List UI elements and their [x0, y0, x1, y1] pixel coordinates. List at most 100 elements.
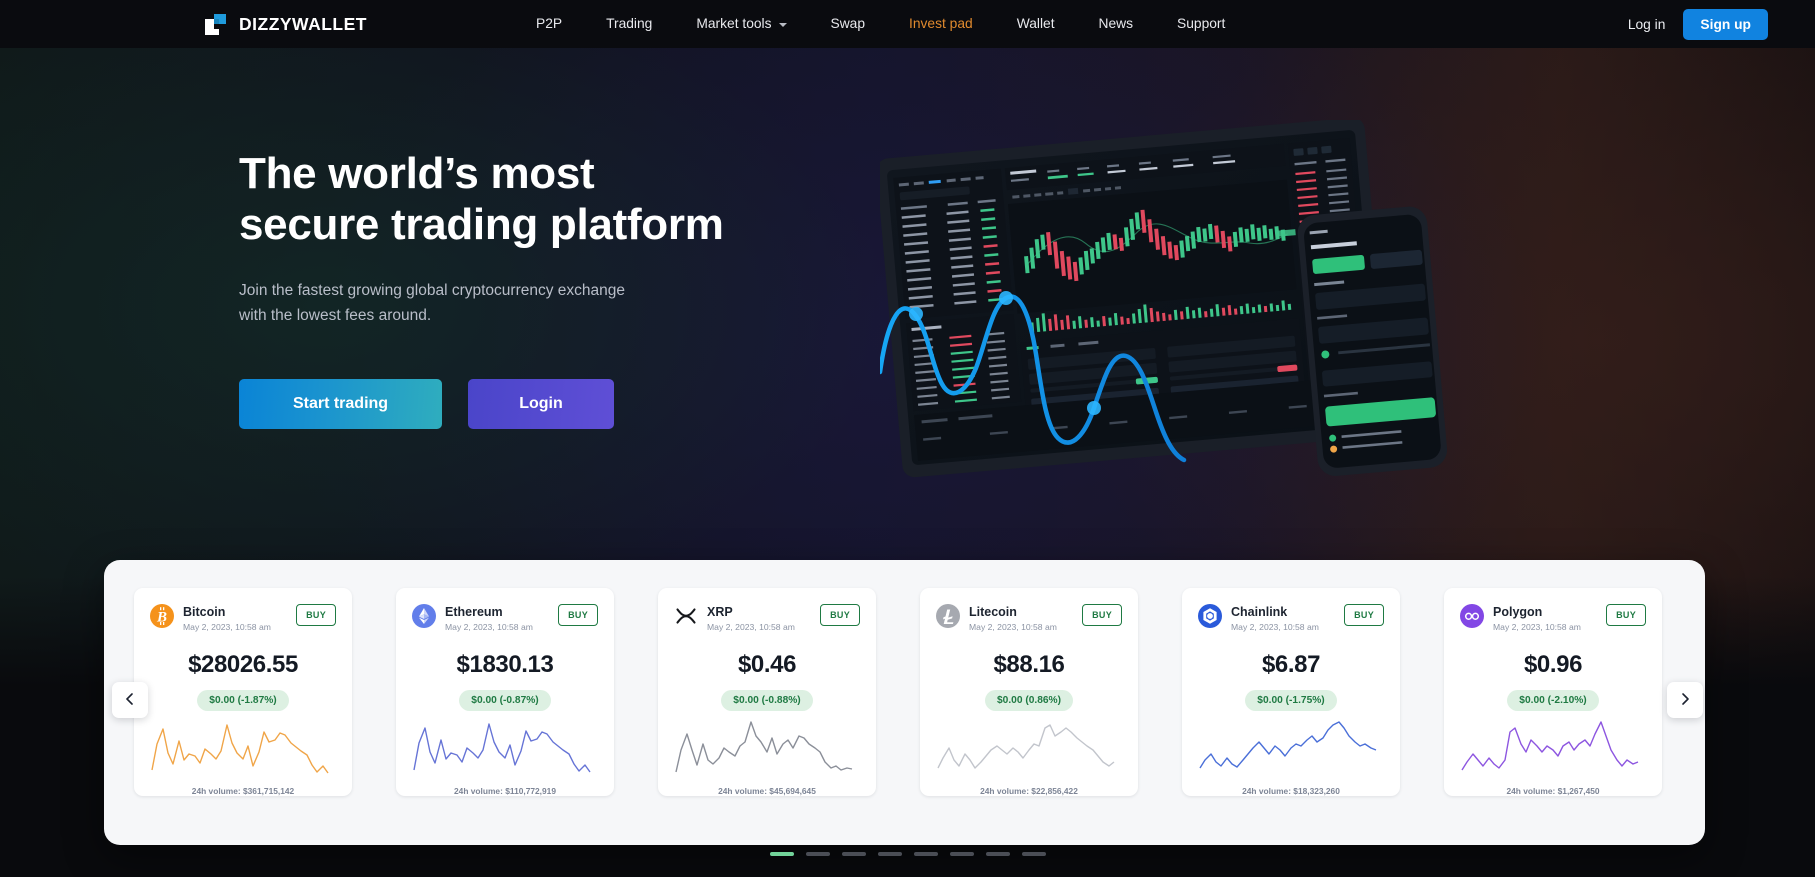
pagination-bar-5[interactable] [913, 852, 938, 856]
coin-name: Polygon [1493, 605, 1543, 619]
start-trading-button[interactable]: Start trading [239, 379, 442, 429]
nav-link-invest-pad[interactable]: Invest pad [887, 0, 995, 48]
chevron-right-icon [1678, 692, 1692, 709]
coin-meta: Chainlink May 2, 2023, 10:58 am [1231, 604, 1335, 632]
coin-card-ethereum[interactable]: Ethereum May 2, 2023, 10:58 am BUY $1830… [396, 588, 614, 796]
coin-sparkline [151, 724, 329, 774]
trading-dashboard-devices-illustration [880, 120, 1580, 540]
coin-timestamp: May 2, 2023, 10:58 am [445, 622, 533, 632]
hero-subtitle-line-2: with the lowest fees around. [239, 307, 432, 324]
coin-price: $28026.55 [188, 651, 298, 678]
nav-account-actions: Log in Sign up [1628, 8, 1768, 40]
coin-name: XRP [707, 605, 733, 619]
coin-price: $0.96 [1523, 651, 1583, 678]
coin-price: $88.16 [993, 651, 1065, 678]
login-button[interactable]: Login [468, 379, 614, 429]
carousel-prev-button[interactable] [112, 682, 148, 718]
hero-title-line-1: The world’s most [239, 149, 595, 198]
pagination-bar-3[interactable] [841, 852, 866, 856]
coin-volume: 24h volume: $361,715,142 [191, 786, 295, 796]
coin-card-polygon[interactable]: Polygon May 2, 2023, 10:58 am BUY $0.96 … [1444, 588, 1662, 796]
card-header: XRP May 2, 2023, 10:58 am BUY [674, 604, 860, 632]
carousel-pagination [0, 852, 1815, 856]
coin-price: $6.87 [1261, 651, 1321, 678]
hero-title-line-2: secure trading platform [239, 200, 724, 249]
coin-timestamp: May 2, 2023, 10:58 am [707, 622, 795, 632]
pagination-bar-4[interactable] [877, 852, 902, 856]
coin-change-badge: $0.00 (-0.87%) [459, 690, 551, 711]
nav-link-market-tools[interactable]: Market tools [674, 0, 808, 48]
chevron-left-icon [123, 692, 137, 709]
dizzywallet-logo-icon [203, 12, 228, 37]
buy-button[interactable]: BUY [558, 604, 598, 626]
buy-button[interactable]: BUY [1082, 604, 1122, 626]
nav-link-label: Swap [830, 16, 866, 31]
nav-link-trading[interactable]: Trading [584, 0, 674, 48]
coin-timestamp: May 2, 2023, 10:58 am [1493, 622, 1581, 632]
pagination-bar-1[interactable] [769, 852, 794, 856]
card-header: B Bitcoin May 2, 2023, 10:58 am BUY [150, 604, 336, 632]
carousel-next-button[interactable] [1667, 682, 1703, 718]
xrp-icon [674, 604, 698, 628]
nav-link-support[interactable]: Support [1155, 0, 1247, 48]
coin-name: Litecoin [969, 605, 1017, 619]
coin-name: Ethereum [445, 605, 503, 619]
nav-link-label: News [1098, 16, 1134, 31]
buy-button[interactable]: BUY [296, 604, 336, 626]
coin-meta: XRP May 2, 2023, 10:58 am [707, 604, 811, 632]
coin-change-badge: $0.00 (-1.87%) [197, 690, 289, 711]
coin-meta: Polygon May 2, 2023, 10:58 am [1493, 604, 1597, 632]
buy-button[interactable]: BUY [820, 604, 860, 626]
coin-change-badge: $0.00 (0.86%) [985, 690, 1073, 711]
coin-card-litecoin[interactable]: Litecoin May 2, 2023, 10:58 am BUY $88.1… [920, 588, 1138, 796]
login-link[interactable]: Log in [1628, 17, 1666, 32]
coin-meta: Litecoin May 2, 2023, 10:58 am [969, 604, 1073, 632]
coin-meta: Bitcoin May 2, 2023, 10:58 am [183, 604, 287, 632]
coin-card-chainlink[interactable]: Chainlink May 2, 2023, 10:58 am BUY $6.8… [1182, 588, 1400, 796]
coin-name: Chainlink [1231, 605, 1288, 619]
coin-card-xrp[interactable]: XRP May 2, 2023, 10:58 am BUY $0.46 $0.0… [658, 588, 876, 796]
nav-link-news[interactable]: News [1077, 0, 1156, 48]
coin-change-badge: $0.00 (-0.88%) [721, 690, 813, 711]
brand-name: DIZZYWALLET [239, 13, 367, 34]
coin-sparkline [1461, 721, 1639, 771]
coin-sparkline [675, 721, 853, 773]
coin-change-badge: $0.00 (-2.10%) [1507, 690, 1599, 711]
coin-price: $0.46 [737, 651, 797, 678]
hero-subtitle: Join the fastest growing global cryptocu… [239, 278, 859, 328]
nav-link-label: P2P [536, 16, 563, 31]
pagination-bar-8[interactable] [1021, 852, 1046, 856]
coin-volume: 24h volume: $1,267,450 [1506, 786, 1600, 796]
top-navigation-bar: DIZZYWALLET P2P Trading Market tools Swa… [0, 0, 1815, 48]
buy-button[interactable]: BUY [1344, 604, 1384, 626]
coin-price: $1830.13 [456, 651, 554, 678]
pagination-bar-6[interactable] [949, 852, 974, 856]
bitcoin-icon: B [150, 604, 174, 628]
card-header: Litecoin May 2, 2023, 10:58 am BUY [936, 604, 1122, 632]
buy-button[interactable]: BUY [1606, 604, 1646, 626]
coin-name: Bitcoin [183, 605, 226, 619]
market-carousel-panel: B Bitcoin May 2, 2023, 10:58 am BUY $280… [104, 560, 1705, 845]
signup-button[interactable]: Sign up [1683, 8, 1768, 40]
hero-actions: Start trading Login [239, 379, 859, 429]
pagination-bar-7[interactable] [985, 852, 1010, 856]
nav-link-label: Trading [606, 16, 653, 31]
brand-logo[interactable]: DIZZYWALLET [203, 12, 367, 37]
svg-text:B: B [156, 610, 167, 626]
coin-timestamp: May 2, 2023, 10:58 am [1231, 622, 1319, 632]
nav-link-p2p[interactable]: P2P [514, 0, 584, 48]
polygon-icon [1460, 604, 1484, 628]
nav-link-label: Invest pad [909, 16, 973, 31]
nav-link-wallet[interactable]: Wallet [995, 0, 1077, 48]
pagination-bar-2[interactable] [805, 852, 830, 856]
coin-volume: 24h volume: $110,772,919 [454, 786, 556, 796]
coin-volume: 24h volume: $22,856,422 [980, 786, 1078, 796]
coin-change-badge: $0.00 (-1.75%) [1245, 690, 1337, 711]
coin-sparkline [937, 724, 1115, 769]
page-title: The world’s most secure trading platform [239, 148, 859, 250]
hero-content: The world’s most secure trading platform… [239, 148, 859, 429]
landing-page: DIZZYWALLET P2P Trading Market tools Swa… [0, 0, 1815, 877]
nav-links: P2P Trading Market tools Swap Invest pad… [514, 0, 1247, 48]
coin-card-bitcoin[interactable]: B Bitcoin May 2, 2023, 10:58 am BUY $280… [134, 588, 352, 796]
nav-link-swap[interactable]: Swap [809, 0, 888, 48]
